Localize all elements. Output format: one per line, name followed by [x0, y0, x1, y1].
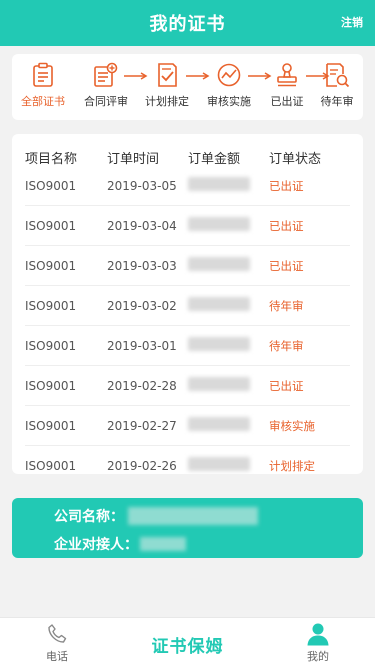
- user-icon: [307, 623, 329, 646]
- page-title: 我的证书: [149, 14, 226, 35]
- step-label: 全部证书: [21, 95, 65, 108]
- table-row[interactable]: ISO9001 2019-03-03 已出证: [25, 246, 350, 286]
- redacted-amount: [188, 417, 250, 431]
- clipboard-icon: [33, 62, 53, 87]
- cell-status: 已出证: [269, 258, 304, 273]
- cell-date: 2019-03-04: [107, 218, 177, 233]
- tab-mine[interactable]: 我的: [293, 622, 343, 664]
- cell-status: 计划排定: [269, 458, 315, 473]
- step-label: 计划排定: [145, 95, 189, 108]
- logout-button[interactable]: 注销: [341, 14, 363, 30]
- cell-date: 2019-02-28: [107, 378, 177, 393]
- cell-date: 2019-02-27: [107, 418, 177, 433]
- document-add-icon: [94, 62, 118, 87]
- cell-status: 审核实施: [269, 418, 315, 433]
- cell-project: ISO9001: [25, 258, 77, 273]
- cell-status: 待年审: [269, 298, 304, 313]
- step-label: 审核实施: [207, 95, 251, 108]
- bottom-tab-bar: 电话 证书保姆 我的: [0, 617, 375, 667]
- redacted-amount: [188, 457, 250, 471]
- cell-project: ISO9001: [25, 178, 77, 193]
- company-info-card: 公司名称： 企业对接人：: [12, 498, 363, 558]
- cell-date: 2019-02-26: [107, 458, 177, 473]
- header-bar: 我的证书 注销: [0, 0, 375, 46]
- cell-date: 2019-03-01: [107, 338, 177, 353]
- cell-status: 待年审: [269, 338, 304, 353]
- cell-project: ISO9001: [25, 418, 77, 433]
- step-label: 待年审: [320, 95, 354, 108]
- step-audit[interactable]: 审核实施: [197, 62, 261, 109]
- step-label: 合同评审: [84, 95, 128, 108]
- stamp-icon: [277, 63, 297, 87]
- table-row[interactable]: ISO9001 2019-03-05 已出证: [25, 166, 350, 206]
- cell-project: ISO9001: [25, 218, 77, 233]
- company-name-label: 公司名称：: [54, 509, 124, 525]
- cell-project: ISO9001: [25, 338, 77, 353]
- cell-status: 已出证: [269, 218, 304, 233]
- orders-table: 项目名称 订单时间 订单金额 订单状态 ISO9001 2019-03-05 已…: [12, 134, 363, 474]
- table-row[interactable]: ISO9001 2019-02-28 已出证: [25, 366, 350, 406]
- contact-person-label: 企业对接人：: [54, 537, 138, 553]
- document-search-icon: [326, 63, 350, 88]
- cell-date: 2019-03-05: [107, 178, 177, 193]
- status-filter-bar: 全部证书 合同评审 计划排定 审核实施 已出证 待年审: [12, 54, 363, 120]
- redacted-amount: [188, 257, 250, 271]
- table-row[interactable]: ISO9001 2019-02-27 审核实施: [25, 406, 350, 446]
- redacted-contact-name: [140, 537, 186, 551]
- step-schedule[interactable]: 计划排定: [135, 62, 199, 109]
- tab-label: 我的: [307, 650, 329, 663]
- chart-circle-icon: [217, 63, 241, 87]
- table-row[interactable]: ISO9001 2019-02-26 计划排定: [25, 446, 350, 474]
- cell-project: ISO9001: [25, 458, 77, 473]
- header-status: 订单状态: [269, 151, 322, 167]
- redacted-amount: [188, 217, 250, 231]
- step-annual-review[interactable]: 待年审: [305, 62, 369, 109]
- redacted-amount: [188, 297, 250, 311]
- redacted-amount: [188, 177, 250, 191]
- cell-project: ISO9001: [25, 298, 77, 313]
- cell-status: 已出证: [269, 178, 304, 193]
- header-project: 项目名称: [25, 151, 78, 167]
- redacted-amount: [188, 337, 250, 351]
- header-date: 订单时间: [107, 151, 160, 167]
- redacted-company-name: [128, 507, 258, 525]
- step-contract-review[interactable]: 合同评审: [74, 62, 138, 109]
- cell-status: 已出证: [269, 378, 304, 393]
- table-body: ISO9001 2019-03-05 已出证 ISO9001 2019-03-0…: [12, 166, 363, 474]
- table-row[interactable]: ISO9001 2019-03-02 待年审: [25, 286, 350, 326]
- cell-project: ISO9001: [25, 378, 77, 393]
- step-all-certificates[interactable]: 全部证书: [11, 62, 75, 109]
- redacted-amount: [188, 377, 250, 391]
- document-check-icon: [158, 63, 177, 87]
- cell-date: 2019-03-03: [107, 258, 177, 273]
- header-amount: 订单金额: [188, 151, 241, 167]
- table-row[interactable]: ISO9001 2019-03-04 已出证: [25, 206, 350, 246]
- cell-date: 2019-03-02: [107, 298, 177, 313]
- table-row[interactable]: ISO9001 2019-03-01 待年审: [25, 326, 350, 366]
